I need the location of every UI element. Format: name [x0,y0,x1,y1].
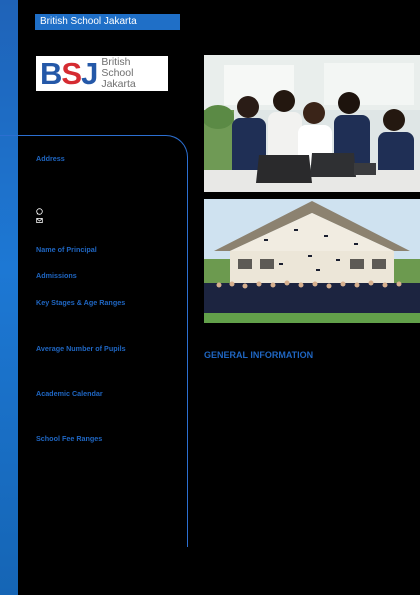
logo-wordmark: British School Jakarta [101,56,136,90]
school-logo: BSJ British School Jakarta [36,56,168,91]
students-laptop-photo [204,55,420,192]
graduation-photo [204,199,420,323]
address-label: Address [36,154,65,163]
general-information-heading: GENERAL INFORMATION [204,350,314,360]
logo-mark: BSJ [40,56,98,91]
academic-calendar-label: Academic Calendar [36,389,103,398]
whatsapp-icon [36,208,43,215]
admissions-label: Admissions [36,271,77,280]
average-pupils-label: Average Number of Pupils [36,344,126,353]
info-panel-frame [0,135,188,547]
email-icon [36,218,43,223]
page-title: British School Jakarta [35,14,180,30]
fee-ranges-label: School Fee Ranges [36,434,103,443]
key-stages-label: Key Stages & Age Ranges [36,298,126,307]
principal-label: Name of Principal [36,245,97,254]
